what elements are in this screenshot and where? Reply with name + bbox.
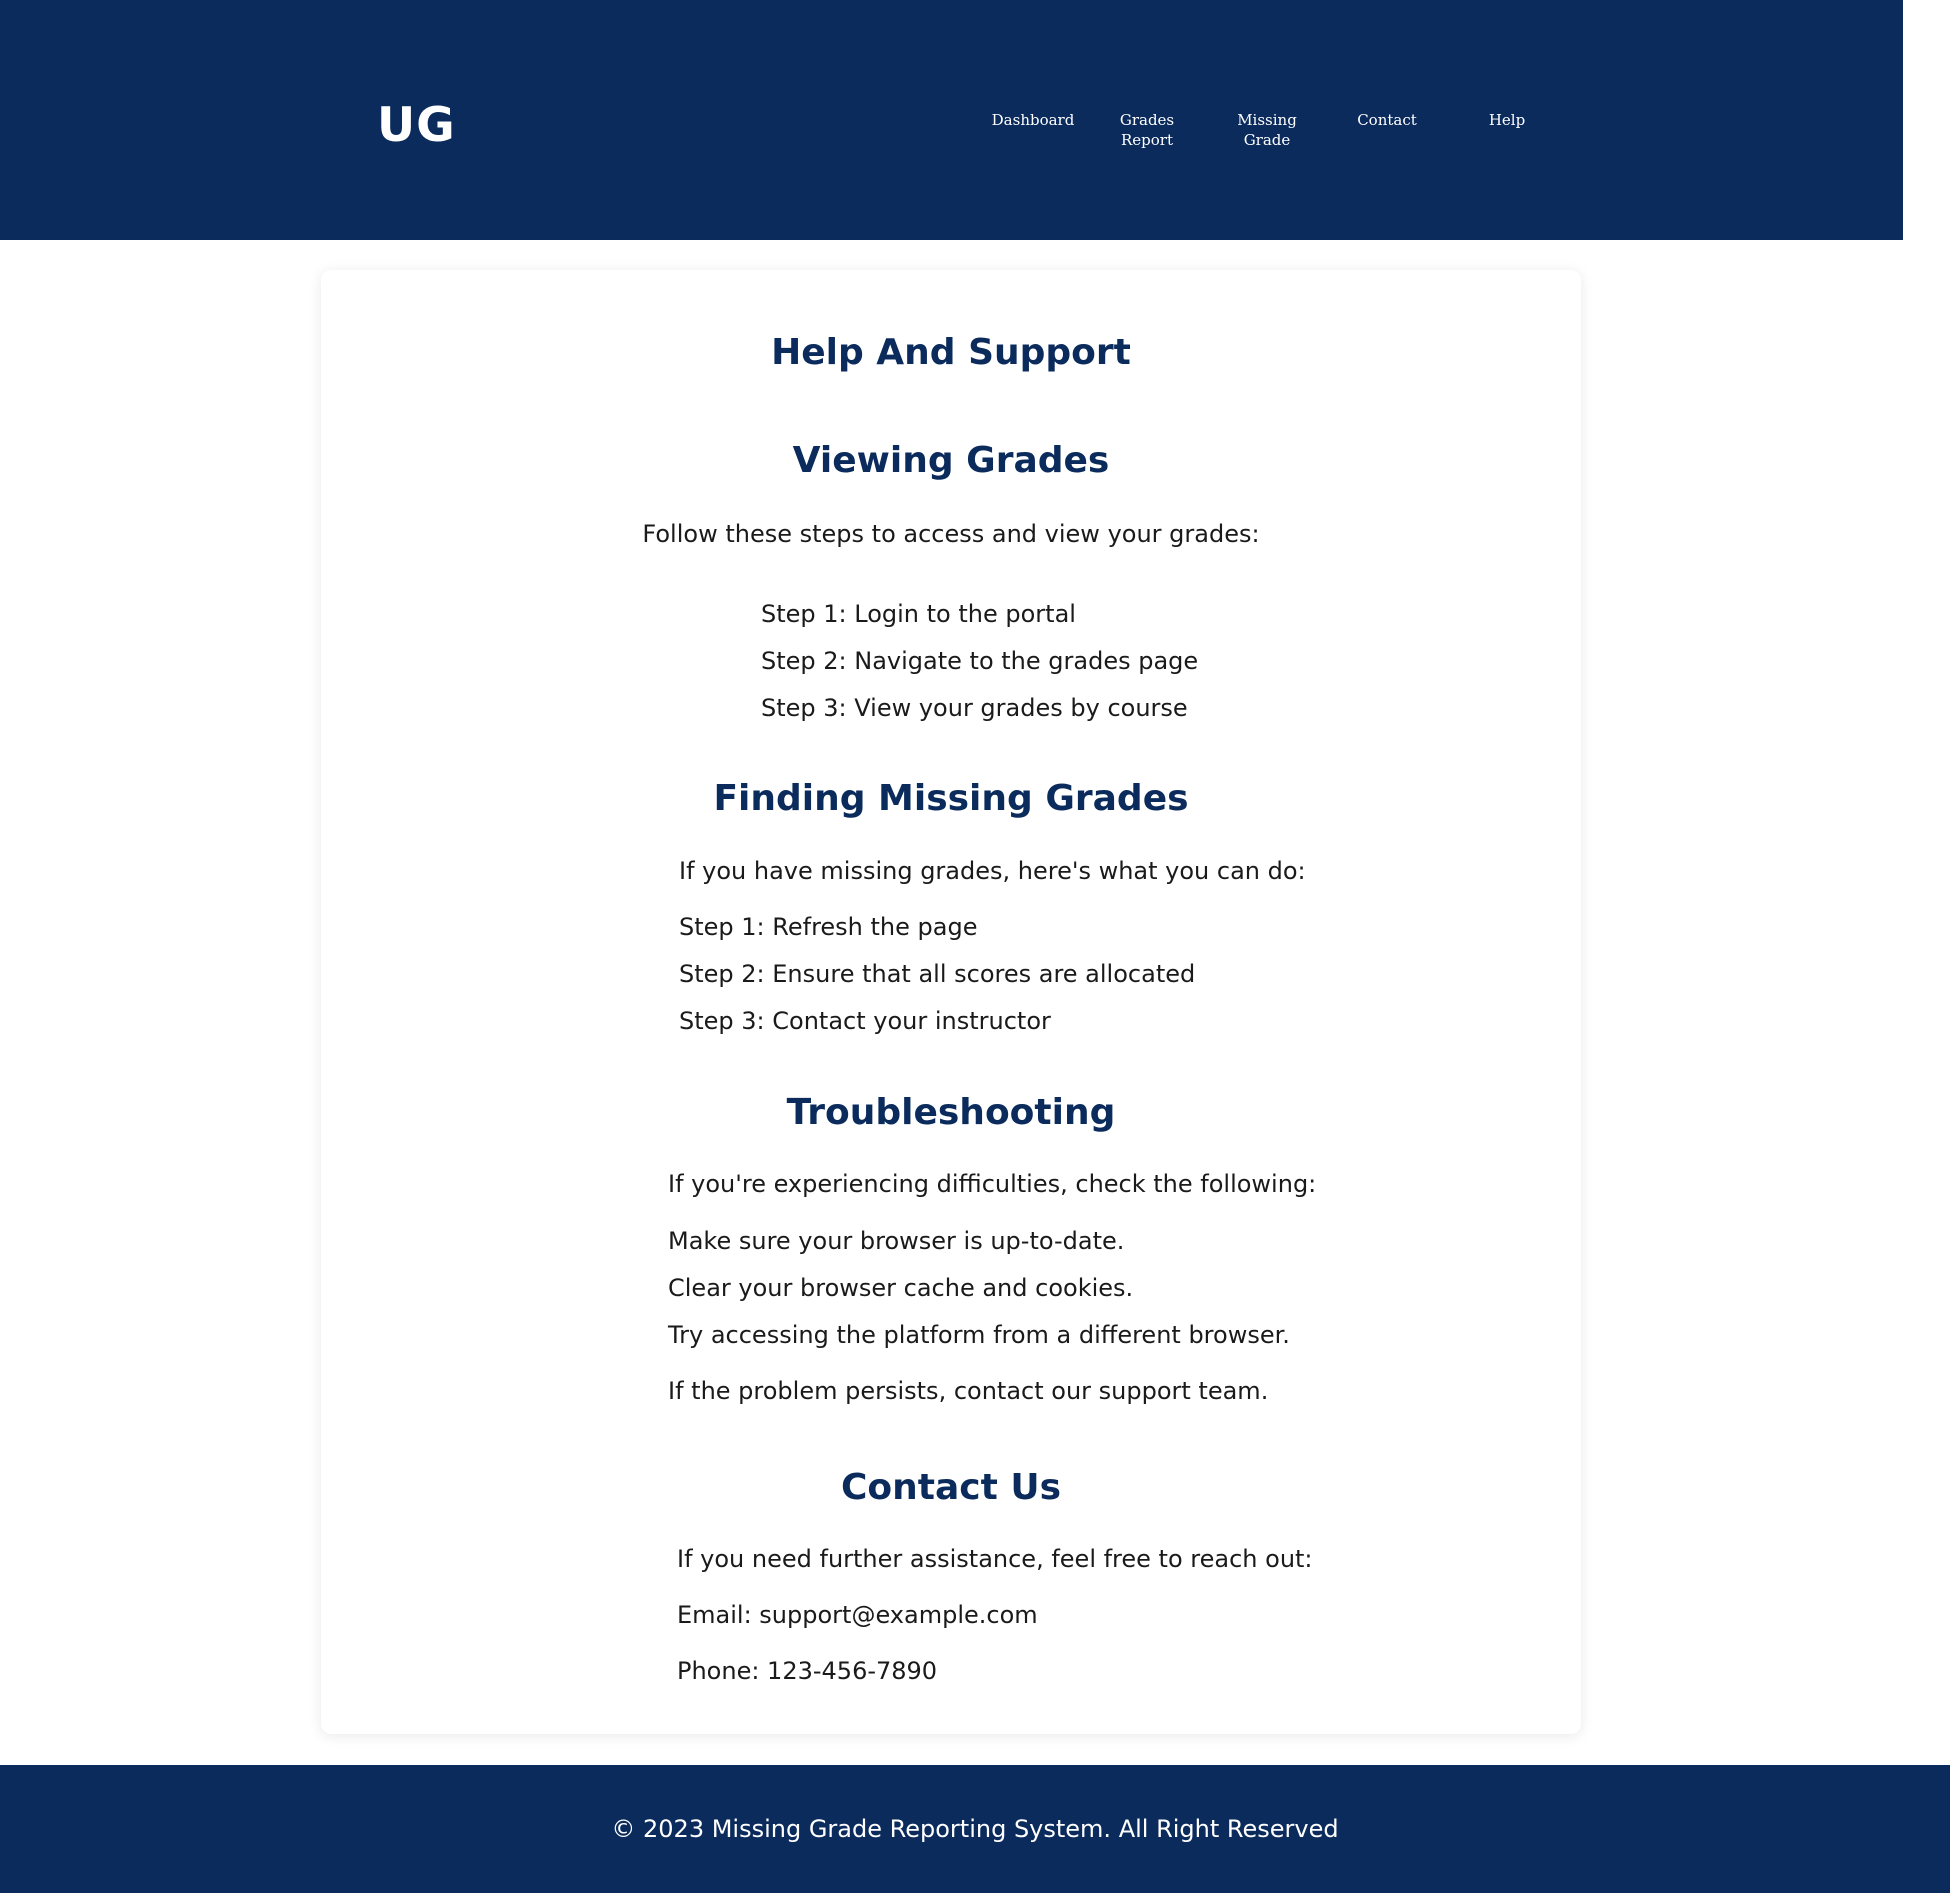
nav-dashboard-label: Dashboard bbox=[991, 111, 1075, 129]
missing-step-3: Step 3: Contact your instructor bbox=[679, 1007, 1051, 1035]
missing-grades-intro: If you have missing grades, here's what … bbox=[679, 857, 1306, 885]
nav-missing-grade-label-line1: Missing bbox=[1237, 111, 1297, 129]
troubleshooting-item-2: Clear your browser cache and cookies. bbox=[668, 1274, 1134, 1302]
section-heading-contact-us: Contact Us bbox=[840, 1467, 1062, 1508]
troubleshooting-item-3: Try accessing the platform from a differ… bbox=[668, 1321, 1290, 1349]
viewing-step-3: Step 3: View your grades by course bbox=[761, 694, 1188, 722]
nav-grades-report-label-line2: Report bbox=[1120, 131, 1173, 149]
viewing-grades-intro: Follow these steps to access and view yo… bbox=[642, 520, 1260, 548]
nav-missing-grade[interactable]: Missing Grade bbox=[1217, 110, 1317, 150]
nav-help-label: Help bbox=[1488, 111, 1526, 129]
section-heading-troubleshooting: Troubleshooting bbox=[786, 1092, 1116, 1133]
nav-dashboard[interactable]: Dashboard bbox=[983, 110, 1083, 130]
contact-intro: If you need further assistance, feel fre… bbox=[677, 1545, 1313, 1573]
footer: © 2023 Missing Grade Reporting System. A… bbox=[0, 1765, 1950, 1893]
footer-copyright: © 2023 Missing Grade Reporting System. A… bbox=[611, 1815, 1339, 1843]
nav-missing-grade-label-line2: Grade bbox=[1243, 131, 1291, 149]
nav-grades-report[interactable]: Grades Report bbox=[1097, 110, 1197, 150]
section-heading-missing-grades: Finding Missing Grades bbox=[713, 778, 1189, 819]
contact-email[interactable]: Email: support@example.com bbox=[677, 1600, 1038, 1630]
viewing-step-2: Step 2: Navigate to the grades page bbox=[761, 647, 1199, 675]
troubleshooting-item-1: Make sure your browser is up-to-date. bbox=[668, 1227, 1125, 1255]
troubleshooting-outro: If the problem persists, contact our sup… bbox=[668, 1377, 1269, 1405]
page-title: Help And Support bbox=[771, 332, 1131, 373]
missing-step-1: Step 1: Refresh the page bbox=[679, 913, 978, 941]
nav-contact-label: Contact bbox=[1357, 111, 1417, 129]
help-card: Help And Support Viewing Grades Follow t… bbox=[321, 270, 1581, 1734]
logo[interactable]: UG bbox=[377, 98, 456, 153]
top-header: UG Dashboard Grades Report Missing Grade… bbox=[0, 0, 1903, 240]
section-heading-viewing-grades: Viewing Grades bbox=[792, 440, 1110, 481]
missing-step-2: Step 2: Ensure that all scores are alloc… bbox=[679, 960, 1196, 988]
contact-phone[interactable]: Phone: 123-456-7890 bbox=[677, 1656, 937, 1686]
troubleshooting-intro: If you're experiencing difficulties, che… bbox=[668, 1170, 1317, 1198]
nav-contact[interactable]: Contact bbox=[1337, 110, 1437, 130]
nav-grades-report-label-line1: Grades bbox=[1119, 111, 1175, 129]
nav-help[interactable]: Help bbox=[1457, 110, 1557, 130]
viewing-step-1: Step 1: Login to the portal bbox=[761, 600, 1076, 628]
